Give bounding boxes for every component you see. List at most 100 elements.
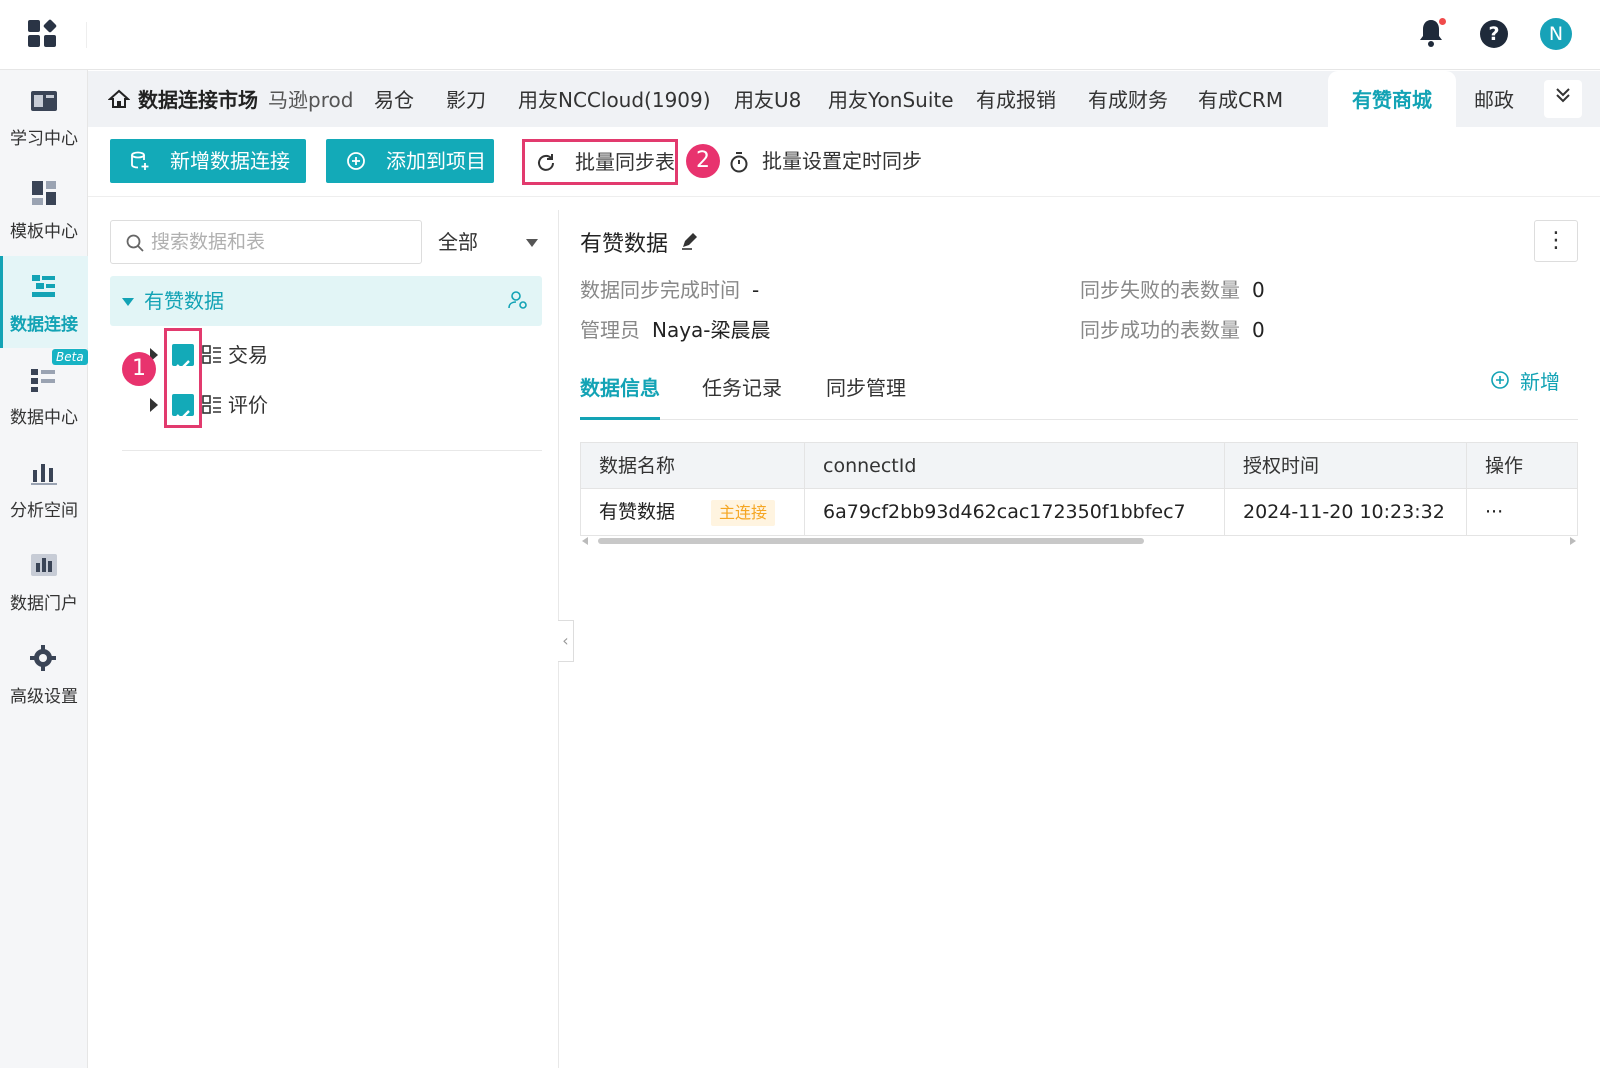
- cell-connect-id: 6a79cf2bb93d462cac172350f1bbfec7: [805, 489, 1225, 535]
- button-label: 批量设置定时同步: [762, 149, 922, 173]
- sidebar-item-templates[interactable]: 模板中心: [0, 163, 88, 255]
- field-value: 0: [1252, 318, 1265, 342]
- tab-connector[interactable]: 影刀: [446, 71, 486, 127]
- chevron-left-icon[interactable]: ‹: [558, 620, 574, 662]
- scrollbar-thumb[interactable]: [598, 538, 1144, 544]
- fail-count-field: 同步失败的表数量 0: [1080, 274, 1265, 303]
- app-grid-icon[interactable]: [28, 18, 58, 48]
- field-label: 同步成功的表数量: [1080, 318, 1240, 342]
- batch-timer-sync-button[interactable]: 批量设置定时同步: [728, 139, 922, 183]
- table-header: 数据名称 connectId 授权时间 操作: [581, 443, 1577, 489]
- column-header: connectId: [805, 443, 1225, 489]
- add-connection-button[interactable]: 新增数据连接: [110, 139, 306, 183]
- sidebar-item-advanced-settings[interactable]: 高级设置: [0, 628, 88, 720]
- add-new-link[interactable]: 新增: [1490, 366, 1560, 395]
- sidebar-item-analysis[interactable]: 分析空间: [0, 442, 88, 534]
- connector-tab-bar: 数据连接市场 马逊prod 易仓 影刀 用友NCCloud(1909) 用友U8…: [88, 71, 1600, 127]
- sidebar-item-learning[interactable]: 学习中心: [0, 70, 88, 162]
- button-label: 添加到项目: [386, 149, 486, 173]
- left-sidebar: 学习中心 模板中心 数据连接 Beta 数据中心 分析空间 数据门户 高级设置: [0, 70, 88, 1068]
- tree-root-node[interactable]: 有赞数据: [110, 276, 542, 326]
- beta-badge: Beta: [52, 349, 88, 365]
- help-icon[interactable]: ?: [1480, 20, 1508, 48]
- home-icon: [108, 89, 130, 108]
- search-input[interactable]: [151, 221, 411, 263]
- data-connection-icon: [32, 275, 55, 297]
- caret-right-icon[interactable]: [150, 398, 158, 412]
- add-to-project-button[interactable]: 添加到项目: [326, 139, 494, 183]
- primary-connection-tag: 主连接: [711, 500, 776, 526]
- column-header: 操作: [1485, 455, 1524, 477]
- more-options-button[interactable]: ⋮: [1534, 220, 1578, 262]
- tab-connector[interactable]: 有成CRM: [1198, 71, 1283, 127]
- sidebar-item-label: 分析空间: [10, 501, 78, 521]
- top-bar: ? N: [0, 0, 1600, 70]
- table-icon: [202, 395, 221, 414]
- template-icon: [32, 181, 56, 205]
- cell-auth-time: 2024-11-20 10:23:32: [1225, 489, 1467, 535]
- detail-title: 有赞数据: [580, 232, 669, 257]
- batch-sync-button[interactable]: 批量同步表: [522, 139, 678, 185]
- column-header: 数据名称: [581, 443, 805, 489]
- sidebar-item-data-center[interactable]: Beta 数据中心: [0, 349, 88, 441]
- tab-task-records[interactable]: 任务记录: [702, 368, 782, 420]
- tab-sync-management[interactable]: 同步管理: [826, 368, 906, 420]
- button-label: 批量同步表: [575, 150, 675, 174]
- data-table: 数据名称 connectId 授权时间 操作 有赞数据 主连接 6a79cf2bb…: [580, 442, 1578, 536]
- detail-tabs: 数据信息 任务记录 同步管理: [580, 368, 1578, 420]
- search-icon: [126, 234, 144, 252]
- tab-home[interactable]: 数据连接市场: [108, 71, 258, 127]
- bell-icon[interactable]: [1418, 18, 1448, 50]
- notification-dot: [1439, 18, 1446, 25]
- data-name-value: 有赞数据: [599, 501, 676, 523]
- analysis-icon: [31, 464, 57, 485]
- column-header: 授权时间: [1225, 443, 1467, 489]
- tab-connector-active[interactable]: 有赞商城: [1328, 71, 1456, 127]
- chevron-double-down-icon[interactable]: [1544, 80, 1582, 118]
- button-label: 新增数据连接: [170, 149, 290, 173]
- tab-connector[interactable]: 用友NCCloud(1909): [518, 71, 711, 127]
- checkbox-highlight-box: [164, 328, 202, 428]
- tab-data-info[interactable]: 数据信息: [580, 368, 660, 420]
- field-label: 管理员: [580, 318, 640, 342]
- tree-node-label: 交易: [228, 343, 268, 367]
- table-row: 有赞数据 主连接 6a79cf2bb93d462cac172350f1bbfec7…: [581, 489, 1577, 535]
- avatar[interactable]: N: [1540, 18, 1572, 50]
- tree-root-label: 有赞数据: [144, 289, 224, 313]
- tab-connector[interactable]: 马逊prod: [268, 71, 353, 127]
- tab-connector[interactable]: 用友YonSuite: [828, 71, 954, 127]
- sidebar-item-label: 数据连接: [10, 315, 78, 335]
- step-badge-2: 2: [686, 144, 720, 178]
- caret-down-icon: [526, 239, 538, 247]
- field-value: 0: [1252, 278, 1265, 302]
- caret-down-icon: [122, 298, 134, 306]
- user-settings-icon[interactable]: [508, 290, 528, 310]
- link-label: 新增: [1520, 370, 1560, 394]
- scroll-left-icon[interactable]: [582, 537, 588, 545]
- admin-field: 管理员 Naya-梁晨晨: [580, 314, 771, 343]
- tab-connector[interactable]: 用友U8: [734, 71, 801, 127]
- edit-icon[interactable]: [680, 230, 700, 250]
- tab-connector[interactable]: 有成财务: [1088, 71, 1168, 127]
- tab-connector[interactable]: 易仓: [374, 71, 414, 127]
- sidebar-item-label: 高级设置: [10, 687, 78, 707]
- gear-icon: [30, 645, 56, 671]
- action-toolbar: 新增数据连接 添加到项目 批量同步表 2 批量设置定时同步: [88, 127, 1600, 197]
- portal-icon: [31, 554, 57, 576]
- sidebar-item-data-connection[interactable]: 数据连接: [0, 256, 88, 348]
- tab-connector[interactable]: 有成报销: [976, 71, 1056, 127]
- data-center-icon: [31, 369, 55, 392]
- sidebar-item-portal[interactable]: 数据门户: [0, 535, 88, 627]
- success-count-field: 同步成功的表数量 0: [1080, 314, 1265, 343]
- filter-select[interactable]: 全部: [438, 220, 542, 264]
- tab-connector[interactable]: 邮政: [1474, 71, 1514, 127]
- sidebar-item-label: 模板中心: [10, 222, 78, 242]
- sidebar-item-label: 数据门户: [10, 594, 78, 614]
- horizontal-scrollbar[interactable]: [580, 536, 1578, 546]
- table-icon: [202, 345, 221, 364]
- row-actions-button[interactable]: ···: [1467, 489, 1577, 535]
- scroll-right-icon[interactable]: [1570, 537, 1576, 545]
- refresh-icon: [538, 154, 554, 171]
- field-value: -: [752, 278, 760, 302]
- stopwatch-icon: [730, 152, 748, 173]
